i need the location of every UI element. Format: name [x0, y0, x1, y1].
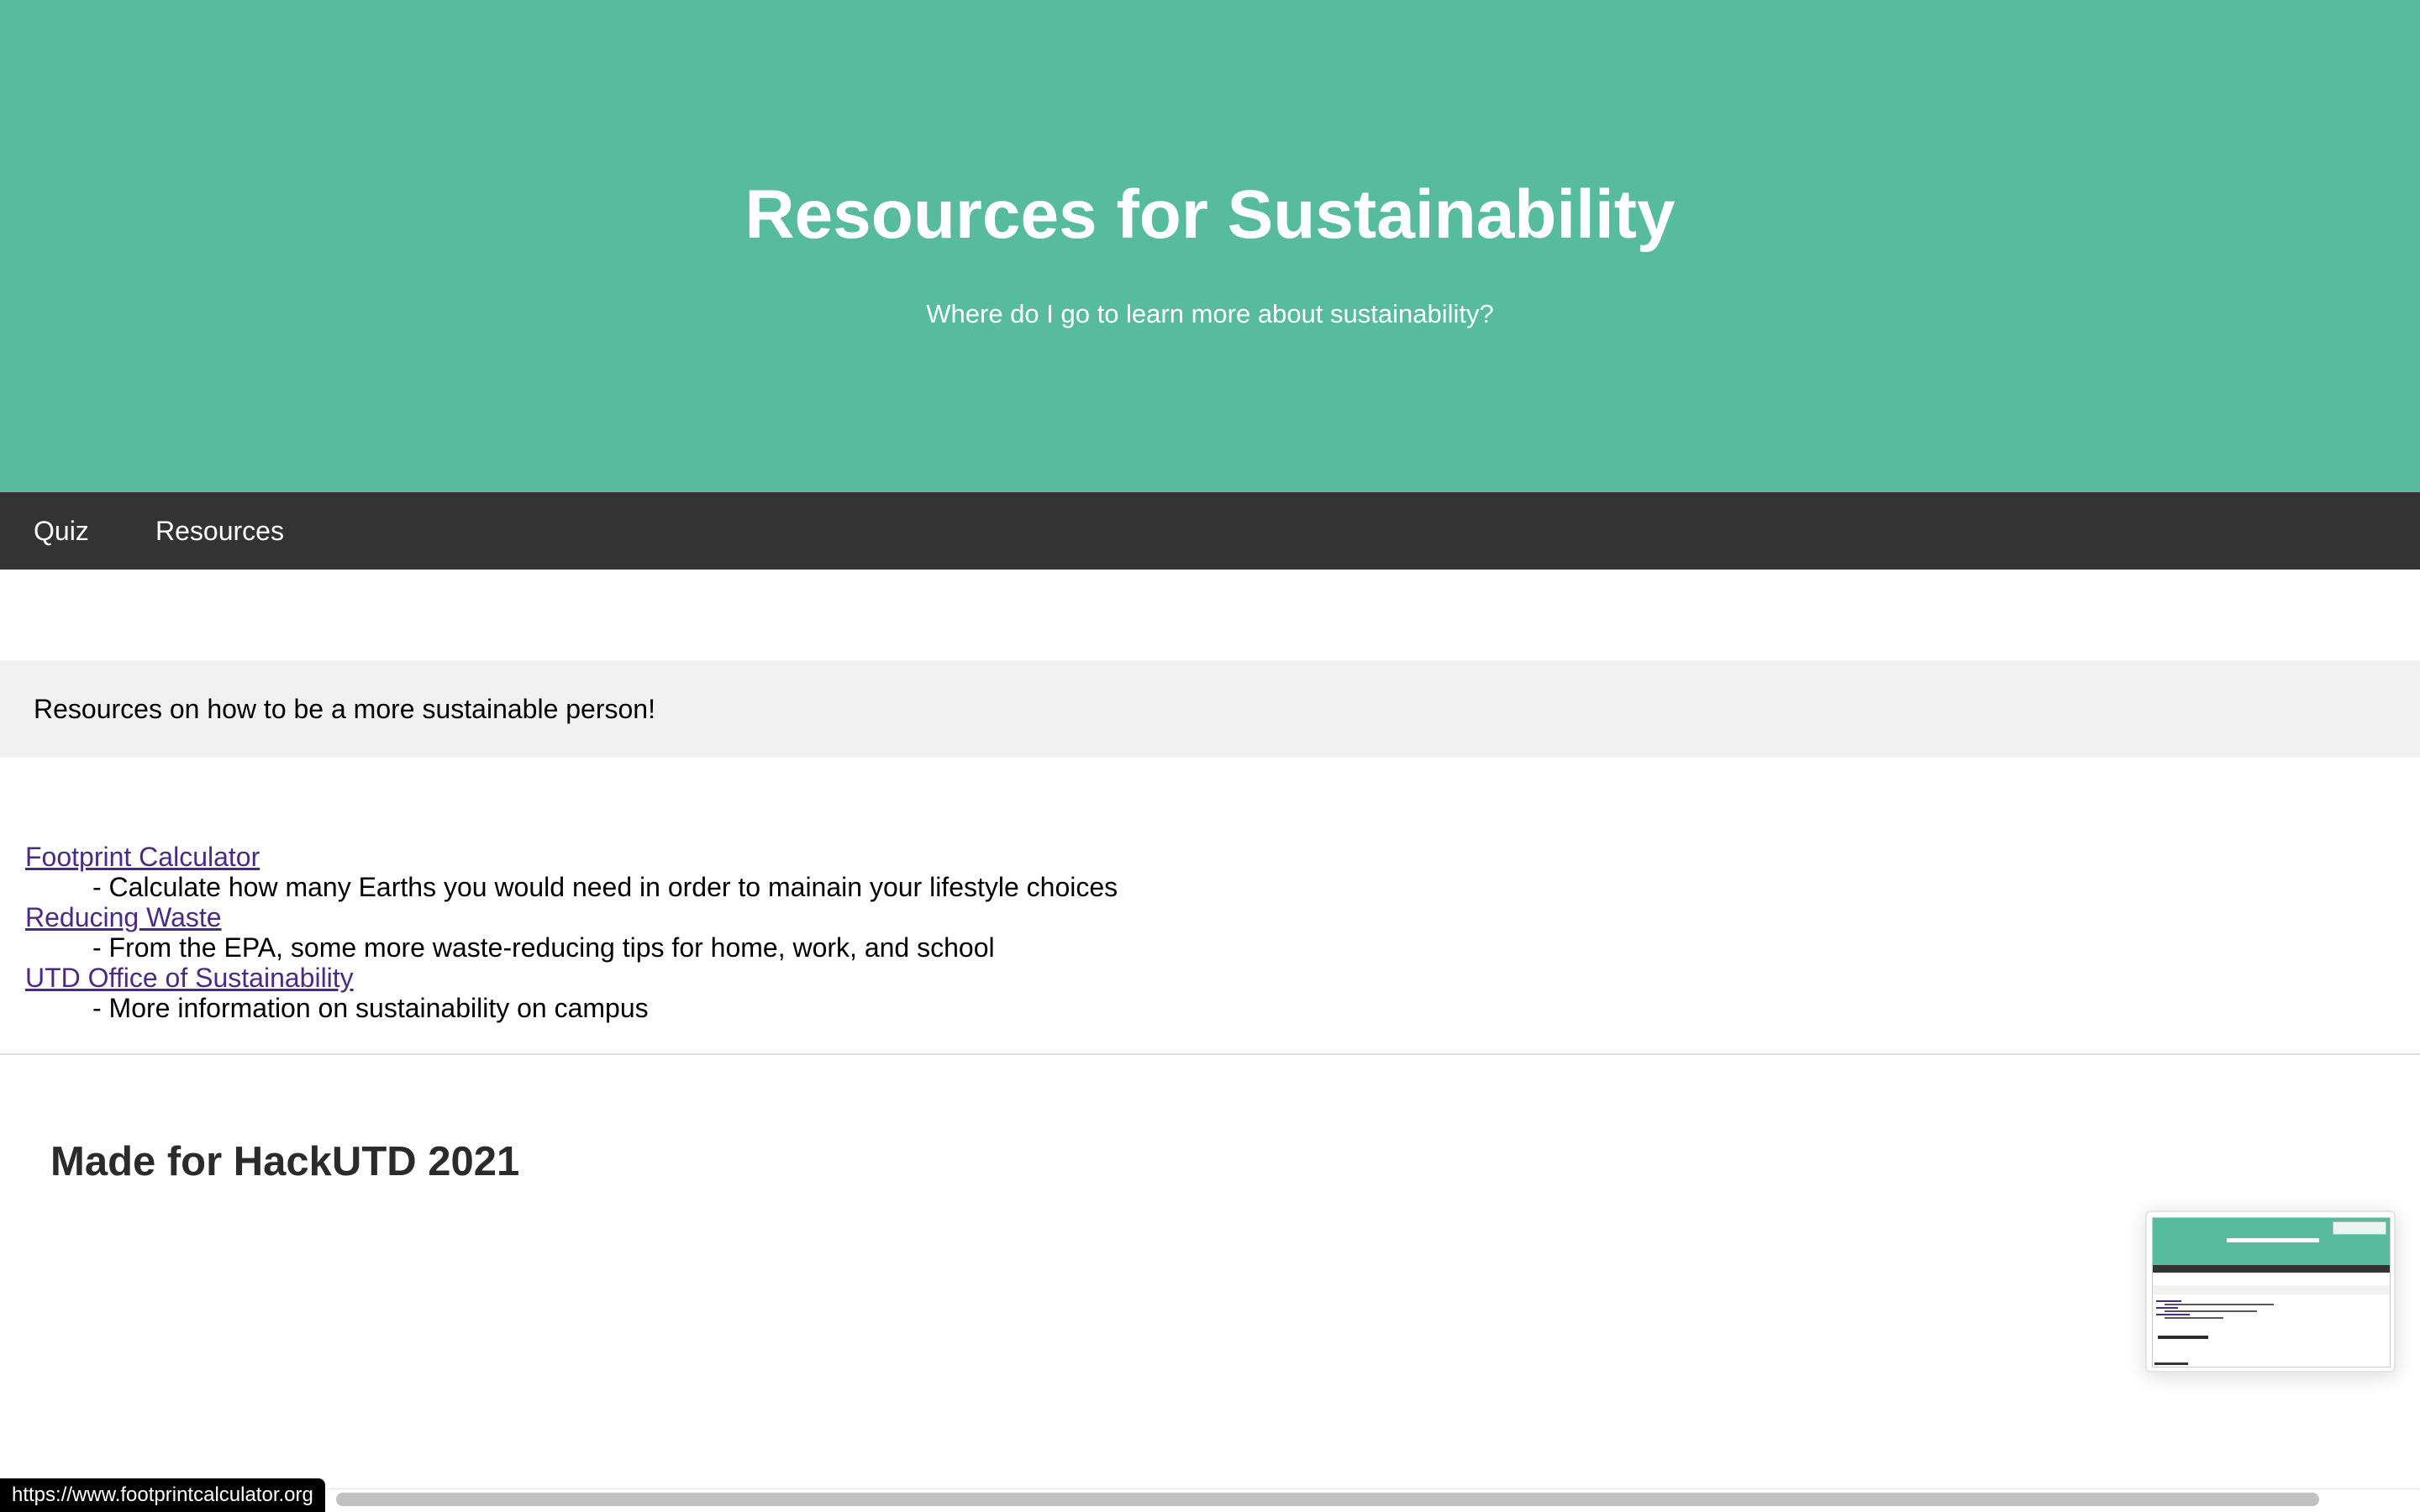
thumbnail-text-line: [2165, 1317, 2223, 1319]
thumbnail-footer-heading: [2158, 1336, 2208, 1339]
page-preview-thumbnail[interactable]: [2145, 1210, 2396, 1373]
resource-list: Footprint Calculator - Calculate how man…: [25, 842, 2042, 1023]
intro-text: Resources on how to be a more sustainabl…: [34, 694, 655, 724]
footprint-calculator-description: - Calculate how many Earths you would ne…: [92, 872, 1118, 902]
thumbnail-text-line: [2165, 1304, 2274, 1305]
utd-sustainability-description: - More information on sustainability on …: [92, 993, 649, 1023]
top-navbar: Quiz Resources: [0, 492, 2420, 570]
page-subtitle: Where do I go to learn more about sustai…: [926, 299, 1494, 328]
horizontal-scrollbar-thumb[interactable]: [336, 1493, 2319, 1506]
thumbnail-link-line: [2156, 1300, 2181, 1302]
thumbnail-text-line: [2165, 1310, 2257, 1312]
thumbnail-popup: [2333, 1221, 2386, 1235]
intro-banner: Resources on how to be a more sustainabl…: [0, 660, 2420, 758]
thumbnail-page: [2152, 1217, 2391, 1368]
footprint-calculator-link[interactable]: Footprint Calculator: [25, 842, 260, 872]
reducing-waste-description: - From the EPA, some more waste-reducing…: [92, 932, 995, 963]
utd-sustainability-link[interactable]: UTD Office of Sustainability: [25, 963, 354, 993]
thumbnail-scrollbar: [2154, 1362, 2188, 1365]
nav-item-quiz[interactable]: Quiz: [34, 492, 89, 570]
thumbnail-header: [2153, 1218, 2390, 1265]
thumbnail-navbar: [2153, 1265, 2390, 1273]
thumbnail-link-line: [2156, 1307, 2178, 1309]
page-header: Resources for Sustainability Where do I …: [0, 0, 2420, 492]
thumbnail-title: [2227, 1238, 2319, 1242]
thumbnail-link-line: [2156, 1314, 2190, 1315]
link-status-bar: https://www.footprintcalculator.org: [0, 1478, 325, 1512]
page-title: Resources for Sustainability: [744, 176, 1676, 253]
thumbnail-intro-band: [2153, 1285, 2390, 1294]
section-divider: [0, 1053, 2420, 1055]
footer-heading: Made for HackUTD 2021: [50, 1139, 520, 1184]
nav-item-resources[interactable]: Resources: [155, 492, 284, 570]
reducing-waste-link[interactable]: Reducing Waste: [25, 902, 222, 932]
